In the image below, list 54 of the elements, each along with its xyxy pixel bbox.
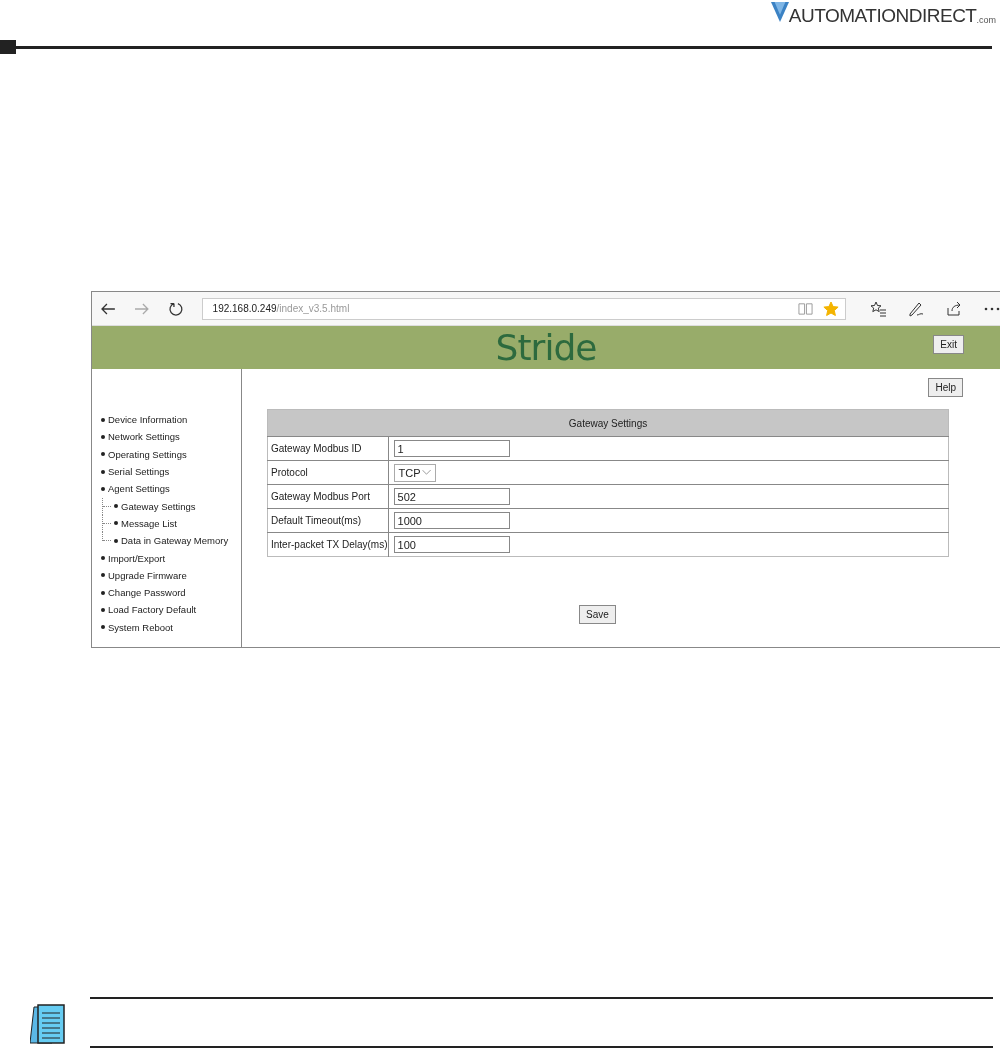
input-field[interactable]: 1 (393, 440, 510, 457)
bullet-icon (101, 469, 105, 474)
table-title: Gateway Settings (267, 409, 949, 437)
star-icon[interactable] (823, 300, 839, 317)
sidebar-item[interactable]: Agent Settings (108, 483, 170, 495)
bullet-icon (114, 521, 118, 526)
bullet-icon (101, 434, 105, 439)
input-field[interactable]: 100 (393, 536, 510, 553)
sidebar-item[interactable]: Serial Settings (108, 466, 170, 478)
brand-suffix: .com (976, 15, 996, 25)
address-bar[interactable]: 192.168.0.249/index_v3.5.html (201, 297, 846, 320)
sidebar-item[interactable]: System Reboot (108, 621, 173, 633)
bullet-icon (101, 417, 105, 422)
bullet-icon (101, 452, 105, 457)
bullet-icon (101, 573, 105, 578)
stride-logo: Stride (495, 327, 597, 368)
notepad-icon (30, 1002, 68, 1047)
favorites-icon[interactable] (870, 300, 886, 317)
field-label: Default Timeout(ms) (267, 508, 388, 533)
pen-icon[interactable] (908, 300, 924, 317)
bullet-icon (101, 556, 105, 560)
field-label: Gateway Modbus Port (267, 484, 388, 509)
bullet-icon (101, 590, 105, 595)
input-field[interactable]: 502 (393, 488, 510, 505)
sidebar-item[interactable]: Gateway Settings (121, 500, 196, 512)
brand-name: AUTOMATIONDIRECT (788, 5, 977, 27)
bullet-icon (101, 486, 105, 491)
sidebar-item[interactable]: Network Settings (108, 431, 180, 443)
refresh-icon[interactable] (167, 300, 184, 317)
field-label: Protocol (267, 460, 388, 485)
help-button[interactable]: Help (928, 378, 963, 397)
bullet-icon (101, 607, 105, 612)
sidebar-item[interactable]: Change Password (108, 587, 186, 599)
sidebar-item[interactable]: Operating Settings (108, 448, 187, 460)
exit-button[interactable]: Exit (933, 335, 964, 354)
sidebar-item[interactable]: Import/Export (108, 552, 166, 564)
save-button[interactable]: Save (579, 605, 616, 624)
dropdown[interactable]: TCP (393, 463, 436, 482)
sidebar-item[interactable]: Data in Gateway Memory (121, 535, 229, 547)
more-icon[interactable] (984, 306, 1000, 311)
field-label: Gateway Modbus ID (267, 436, 388, 461)
sidebar-item[interactable]: Message List (121, 517, 177, 529)
share-icon[interactable] (946, 300, 962, 317)
input-field[interactable]: 1000 (393, 512, 510, 529)
sidebar-item[interactable]: Load Factory Default (108, 604, 197, 616)
bullet-icon (114, 504, 118, 509)
bullet-icon (114, 538, 118, 543)
sidebar-item[interactable]: Device Information (108, 414, 188, 426)
caret-icon (421, 470, 431, 475)
bullet-icon (101, 625, 105, 630)
field-label: Inter-packet TX Delay(ms) (267, 532, 388, 557)
logo-icon (770, 2, 789, 22)
sidebar-item[interactable]: Upgrade Firmware (108, 569, 187, 581)
tree-connector (102, 497, 112, 515)
